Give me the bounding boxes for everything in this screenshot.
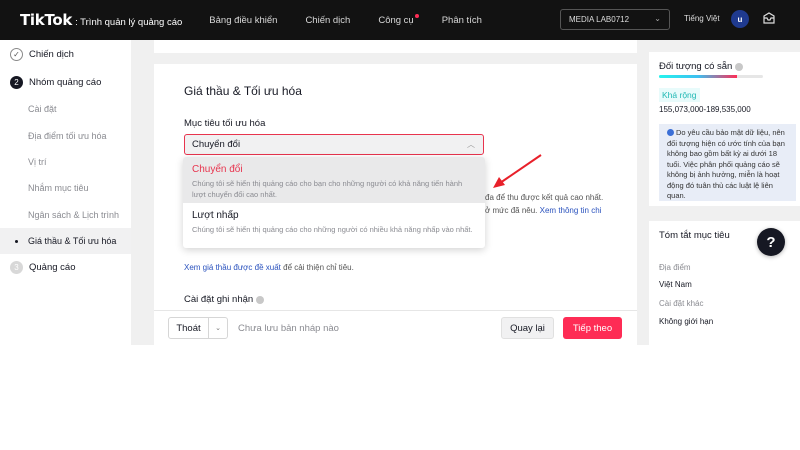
summary-other-value: Không giới hạn bbox=[659, 317, 714, 326]
sidebar-step-label: Nhóm quảng cáo bbox=[29, 76, 102, 88]
nav-tools[interactable]: Công cụ bbox=[378, 13, 419, 26]
privacy-notice: Do yêu cầu bảo mật dữ liệu, nên đối tượn… bbox=[659, 124, 796, 201]
attribution-settings-label: Cài đặt ghi nhận bbox=[184, 294, 254, 305]
option-description: Chúng tôi sẽ hiển thị quảng cáo cho nhữn… bbox=[192, 225, 473, 234]
attribution-settings-title: Cài đặt ghi nhận bbox=[184, 294, 265, 305]
annotation-arrow-icon bbox=[493, 154, 542, 188]
help-icon[interactable] bbox=[735, 62, 744, 71]
summary-location-value: Việt Nam bbox=[659, 280, 692, 289]
sidebar-item-placement[interactable]: Vị trí bbox=[0, 149, 131, 175]
audience-title: Đối tượng có sẵn bbox=[659, 61, 744, 72]
sidebar-item-settings[interactable]: Cài đặt bbox=[0, 96, 131, 122]
nav-dashboard[interactable]: Bảng điều khiển bbox=[209, 15, 277, 26]
footer-bar: Thoát ⌄ Chưa lưu bản nháp nào Quay lại T… bbox=[154, 310, 637, 345]
chevron-down-icon: ⌄ bbox=[654, 14, 661, 23]
app: TikTok : Trình quản lý quảng cáo Bảng đi… bbox=[0, 0, 800, 345]
audience-meter-fill bbox=[659, 75, 737, 78]
previous-section-card bbox=[154, 40, 637, 53]
goal-help-text: đa để thu được kết quả cao nhất. bbox=[485, 193, 604, 202]
sidebar-item-bidding-optimization[interactable]: Giá thầu & Tối ưu hóa bbox=[0, 228, 131, 254]
sidebar-step-label: Quảng cáo bbox=[29, 261, 76, 273]
exit-button[interactable]: Thoát ⌄ bbox=[168, 317, 228, 339]
option-description: Chúng tôi sẽ hiển thị quảng cáo cho bạn … bbox=[192, 179, 463, 199]
dropdown-option-conversion[interactable]: Chuyển đổi Chúng tôi sẽ hiển thị quảng c… bbox=[183, 157, 485, 203]
account-selector[interactable]: MEDIA LAB0712 ⌄ bbox=[560, 9, 670, 30]
language-selector[interactable]: Tiếng Việt bbox=[684, 14, 720, 23]
back-button[interactable]: Quay lại bbox=[501, 317, 554, 339]
suggested-bid-tail: để cải thiện chỉ tiêu. bbox=[280, 263, 354, 272]
goal-help-text-2: ở mức đã nêu. Xem thông tin chi bbox=[485, 206, 601, 215]
top-bar: TikTok : Trình quản lý quảng cáo Bảng đi… bbox=[0, 0, 800, 40]
nav-analytics[interactable]: Phân tích bbox=[442, 15, 482, 26]
nav-campaigns[interactable]: Chiến dịch bbox=[305, 15, 350, 26]
details-link[interactable]: Xem thông tin chi bbox=[540, 206, 602, 215]
notification-dot bbox=[414, 13, 419, 18]
optimization-goal-dropdown: Chuyển đổi Chúng tôi sẽ hiển thị quảng c… bbox=[183, 157, 485, 248]
summary-location-label: Địa điểm bbox=[659, 263, 691, 272]
sidebar-step-label: Chiến dịch bbox=[29, 48, 74, 60]
dropdown-option-clicks[interactable]: Lượt nhấp Chúng tôi sẽ hiển thị quảng cá… bbox=[183, 203, 485, 248]
sidebar: ✓ Chiến dịch 2 Nhóm quảng cáo Cài đặt Đị… bbox=[0, 40, 131, 345]
audience-meter bbox=[659, 75, 763, 78]
chevron-down-icon[interactable]: ⌄ bbox=[209, 318, 227, 338]
sidebar-step-ad[interactable]: 3 Quảng cáo bbox=[0, 254, 131, 280]
section-title: Giá thầu & Tối ưu hóa bbox=[184, 84, 302, 98]
exit-label: Thoát bbox=[169, 318, 209, 338]
goal-help-text-2-main: ở mức đã nêu. bbox=[485, 206, 538, 215]
sidebar-step-campaign[interactable]: ✓ Chiến dịch bbox=[0, 41, 131, 67]
avatar[interactable]: u bbox=[731, 10, 749, 28]
check-icon: ✓ bbox=[10, 47, 23, 61]
audience-size-panel: Đối tượng có sẵn Khá rộng 155,073,000-18… bbox=[649, 52, 800, 206]
logo[interactable]: TikTok : Trình quản lý quảng cáo bbox=[20, 11, 182, 29]
step-number: 2 bbox=[10, 75, 23, 89]
sidebar-item-optimization-location[interactable]: Địa điểm tối ưu hóa bbox=[0, 123, 131, 149]
optimization-goal-label: Mục tiêu tối ưu hóa bbox=[184, 118, 266, 129]
option-title: Chuyển đổi bbox=[192, 164, 243, 175]
sidebar-item-budget-schedule[interactable]: Ngân sách & Lịch trình bbox=[0, 202, 131, 228]
option-title: Lượt nhấp bbox=[192, 210, 239, 221]
summary-other-label: Cài đặt khác bbox=[659, 299, 704, 308]
info-icon bbox=[667, 129, 674, 136]
product-name: : Trình quản lý quảng cáo bbox=[75, 17, 183, 28]
inbox-icon[interactable] bbox=[762, 11, 776, 25]
privacy-notice-text: Do yêu cầu bảo mật dữ liệu, nên đối tượn… bbox=[667, 128, 785, 200]
tiktok-wordmark: TikTok bbox=[20, 11, 73, 29]
chevron-up-icon: ︿ bbox=[467, 140, 475, 149]
audience-title-label: Đối tượng có sẵn bbox=[659, 61, 733, 72]
audience-range: 155,073,000-189,535,000 bbox=[659, 105, 751, 114]
step-number: 3 bbox=[10, 260, 23, 274]
sidebar-item-label: Giá thầu & Tối ưu hóa bbox=[28, 236, 117, 246]
optimization-goal-select[interactable]: Chuyển đổi ︿ bbox=[184, 134, 484, 155]
next-button[interactable]: Tiếp theo bbox=[563, 317, 622, 339]
select-value: Chuyển đổi bbox=[192, 139, 241, 150]
help-button[interactable]: ? bbox=[757, 228, 785, 256]
audience-breadth-tag: Khá rộng bbox=[659, 88, 700, 102]
help-icon[interactable] bbox=[256, 295, 265, 304]
draft-status: Chưa lưu bản nháp nào bbox=[238, 323, 339, 334]
sidebar-step-adgroup[interactable]: 2 Nhóm quảng cáo bbox=[0, 69, 131, 95]
main-nav: Bảng điều khiển Chiến dịch Công cụ Phân … bbox=[209, 13, 510, 26]
suggested-bid-link[interactable]: Xem giá thầu được đề xuất bbox=[184, 263, 281, 272]
current-bullet bbox=[15, 239, 18, 243]
suggested-bid-text: Xem giá thầu được đề xuất để cải thiện c… bbox=[184, 263, 354, 272]
summary-title: Tóm tắt mục tiêu bbox=[659, 230, 730, 241]
account-name: MEDIA LAB0712 bbox=[569, 15, 630, 24]
sidebar-item-targeting[interactable]: Nhắm mục tiêu bbox=[0, 175, 131, 201]
nav-tools-label: Công cụ bbox=[378, 14, 414, 26]
